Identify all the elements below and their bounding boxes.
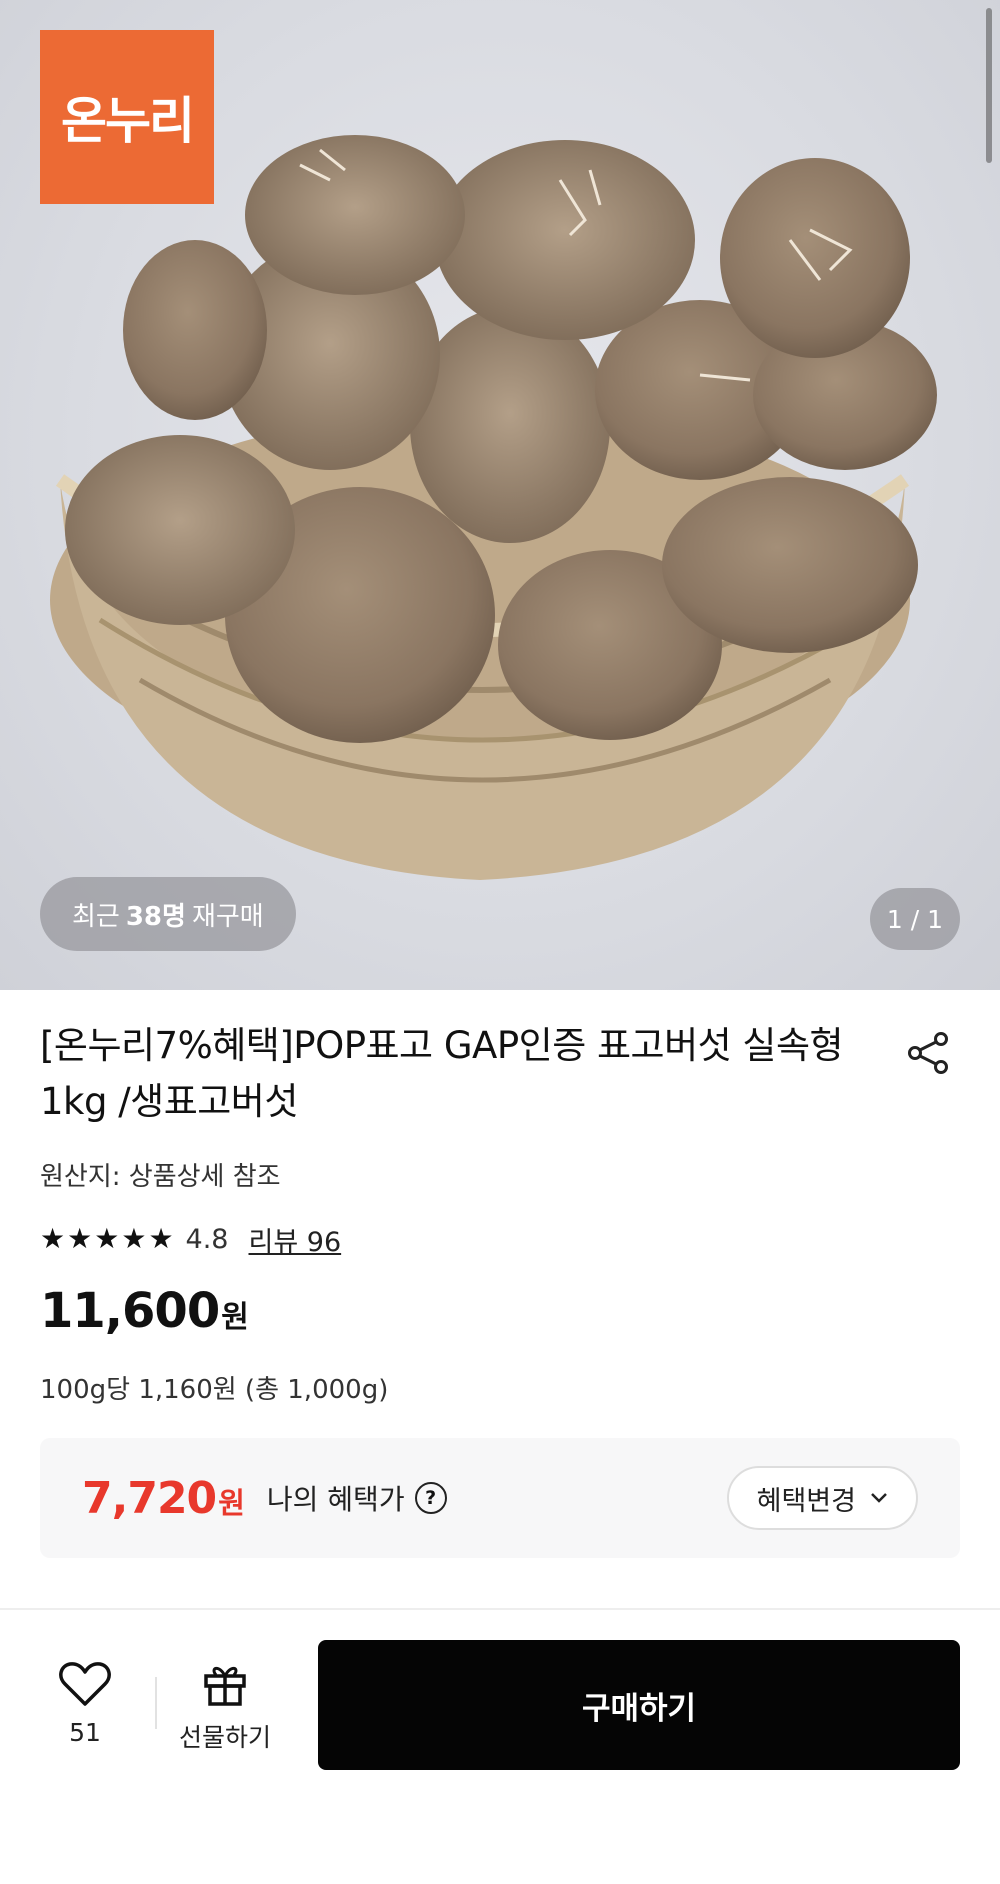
star-icon: ★ <box>94 1222 120 1255</box>
product-price: 11,600 원 <box>40 1283 249 1339</box>
image-pager-text: 1 / 1 <box>886 904 944 934</box>
section-divider <box>0 1608 1000 1610</box>
product-image[interactable]: 온누리 최근 38명 재구매 1 / 1 <box>0 0 1000 990</box>
benefit-price-value: 7,720 <box>82 1472 217 1524</box>
gift-button[interactable]: 선물하기 <box>170 1660 280 1770</box>
benefit-label: 나의 혜택가 <box>266 1483 405 1516</box>
buy-button[interactable]: 구매하기 <box>318 1640 960 1770</box>
image-pager: 1 / 1 <box>870 888 960 950</box>
repurchase-badge: 최근 38명 재구매 <box>40 877 296 951</box>
star-rating: ★ ★ ★ ★ ★ <box>40 1225 174 1253</box>
heart-icon <box>59 1662 111 1706</box>
change-benefit-label: 혜택변경 <box>756 1485 856 1517</box>
price-value: 11,600 <box>40 1283 220 1339</box>
brand-logo: 온누리 <box>40 30 214 204</box>
share-button[interactable] <box>900 1024 958 1082</box>
scrollbar-thumb[interactable] <box>986 8 992 163</box>
gift-label: 선물하기 <box>178 1723 271 1752</box>
like-button[interactable]: 51 <box>52 1660 118 1770</box>
repurchase-suffix: 재구매 <box>191 901 264 932</box>
star-icon: ★ <box>121 1222 147 1255</box>
price-unit: 원 <box>221 1300 249 1335</box>
buy-button-label: 구매하기 <box>581 1690 697 1727</box>
star-icon: ★ <box>148 1222 174 1255</box>
share-icon <box>908 1032 948 1074</box>
help-icon[interactable]: ? <box>414 1482 447 1514</box>
change-benefit-button[interactable]: 혜택변경 <box>726 1466 918 1530</box>
like-count: 51 <box>69 1718 101 1747</box>
action-separator <box>155 1677 157 1729</box>
rating-value: 4.8 <box>185 1223 229 1255</box>
unit-price: 100g당 1,160원 (총 1,000g) <box>40 1375 389 1405</box>
product-title: [온누리7%혜택]POP표고 GAP인증 표고버섯 실속형 1kg /생표고버섯 <box>40 1024 844 1123</box>
origin-info: 원산지: 상품상세 참조 <box>40 1162 281 1192</box>
benefit-price-unit: 원 <box>218 1485 245 1520</box>
review-link[interactable]: 리뷰 96 <box>249 1220 342 1259</box>
repurchase-count: 38명 <box>125 901 186 932</box>
chevron-down-icon <box>871 1493 887 1503</box>
benefit-box: 7,720 원 나의 혜택가 ? 혜택변경 <box>40 1438 960 1558</box>
gift-icon <box>204 1666 246 1706</box>
brand-logo-text: 온누리 <box>61 92 195 150</box>
star-icon: ★ <box>40 1222 66 1255</box>
star-icon: ★ <box>67 1222 93 1255</box>
benefit-price: 7,720 원 <box>82 1473 245 1524</box>
repurchase-prefix: 최근 <box>72 901 120 932</box>
rating-row: ★ ★ ★ ★ ★ 4.8 리뷰 96 <box>40 1220 342 1259</box>
